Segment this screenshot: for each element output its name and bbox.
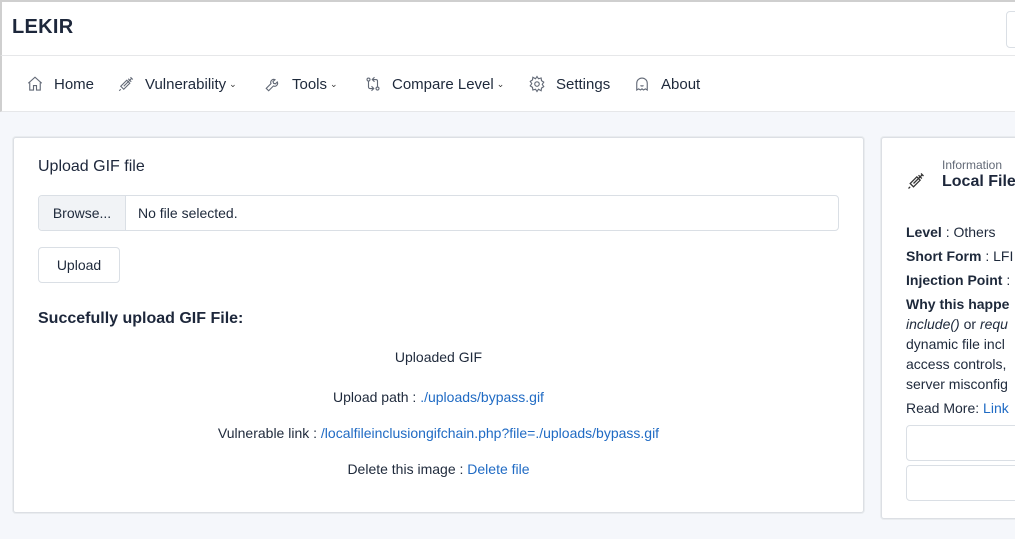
- upload-path-label: Upload path :: [333, 389, 421, 405]
- why-or: or: [959, 316, 980, 332]
- read-more-link[interactable]: Link: [983, 400, 1009, 416]
- uploaded-gif-label: Uploaded GIF: [394, 349, 483, 365]
- vulnerable-link-label: Vulnerable link :: [217, 425, 321, 441]
- info-title: Local File: [942, 173, 1015, 190]
- nav-tools[interactable]: Tools ⌄: [264, 73, 338, 95]
- level-value: : Others: [941, 224, 996, 240]
- level-label: Level: [906, 224, 942, 240]
- upload-path-line: Upload path : ./uploads/bypass.gif: [14, 389, 863, 405]
- nav-compare-level-label: Compare Level: [392, 75, 494, 93]
- info-level: Level : Others: [906, 224, 996, 240]
- upload-card: Upload GIF file Browse... No file select…: [13, 137, 864, 513]
- main-navbar: Home Vulnerability ⌄ Tools ⌄ Compare Lev…: [0, 56, 1015, 112]
- injection-point-value: :: [1002, 272, 1011, 288]
- info-injection-point: Injection Point :: [906, 272, 1010, 288]
- delete-image-line: Delete this image : Delete file: [14, 461, 863, 477]
- nav-home-label: Home: [54, 75, 95, 93]
- top-header: LEKIR: [0, 0, 1015, 56]
- info-subtitle: Information: [942, 158, 1003, 172]
- browse-button[interactable]: Browse...: [39, 196, 126, 230]
- nav-compare-level[interactable]: Compare Level ⌄: [364, 73, 504, 95]
- short-form-label: Short Form: [906, 248, 982, 264]
- nav-vulnerability-label: Vulnerability: [145, 75, 227, 93]
- nav-about[interactable]: About: [633, 73, 700, 95]
- why-label: Why this happe: [906, 296, 1010, 312]
- ghost-icon: [636, 77, 648, 91]
- info-why-line-4: server misconfig: [906, 376, 1008, 392]
- injection-point-label: Injection Point: [906, 272, 1003, 288]
- info-short-form: Short Form : LFI: [906, 248, 1013, 264]
- info-why-line-3: access controls,: [906, 356, 1007, 372]
- chevron-down-icon: ⌄: [229, 78, 237, 89]
- syringe-icon: [118, 76, 134, 92]
- file-input[interactable]: Browse... No file selected.: [38, 195, 839, 231]
- nav-settings-label: Settings: [556, 75, 611, 93]
- info-why-line-2: dynamic file incl: [906, 336, 1005, 352]
- home-icon: [27, 76, 43, 91]
- nav-home[interactable]: Home: [26, 73, 94, 95]
- delete-image-label: Delete this image :: [347, 461, 468, 477]
- info-read-more: Read More: Link: [906, 400, 1009, 416]
- vulnerable-link-line: Vulnerable link : /localfileinclusiongif…: [14, 425, 863, 441]
- file-status-text: No file selected.: [138, 205, 238, 221]
- nav-settings[interactable]: Settings: [528, 73, 610, 95]
- nav-vulnerability[interactable]: Vulnerability ⌄: [117, 73, 237, 95]
- success-heading: Succefully upload GIF File:: [38, 310, 244, 327]
- short-form-value: : LFI: [981, 248, 1014, 264]
- chevron-down-icon: ⌄: [496, 78, 505, 89]
- syringe-icon: [908, 173, 924, 189]
- read-more-label: Read More:: [906, 400, 984, 416]
- gear-icon: [529, 75, 545, 93]
- info-why-line-1: include() or requ: [906, 316, 1008, 332]
- header-search-input[interactable]: [1006, 11, 1015, 48]
- upload-title: Upload GIF file: [38, 158, 145, 175]
- side-action-box-2[interactable]: [906, 465, 1015, 501]
- chevron-down-icon: ⌄: [330, 78, 338, 89]
- app-brand[interactable]: LEKIR: [12, 16, 74, 39]
- why-include: include(): [906, 316, 960, 332]
- info-why-heading: Why this happe: [906, 296, 1009, 312]
- vulnerable-link[interactable]: /localfileinclusiongifchain.php?file=./u…: [321, 425, 659, 441]
- upload-path-link[interactable]: ./uploads/bypass.gif: [420, 389, 544, 405]
- why-require: requ: [979, 316, 1008, 332]
- compare-icon: [366, 76, 380, 92]
- delete-file-link[interactable]: Delete file: [467, 461, 529, 477]
- information-card: Information Local File Level : Others Sh…: [881, 137, 1015, 519]
- nav-tools-label: Tools: [292, 75, 328, 93]
- nav-about-label: About: [661, 75, 701, 93]
- side-action-box-1[interactable]: [906, 425, 1015, 461]
- upload-button[interactable]: Upload: [38, 247, 120, 283]
- wrench-icon: [265, 78, 279, 92]
